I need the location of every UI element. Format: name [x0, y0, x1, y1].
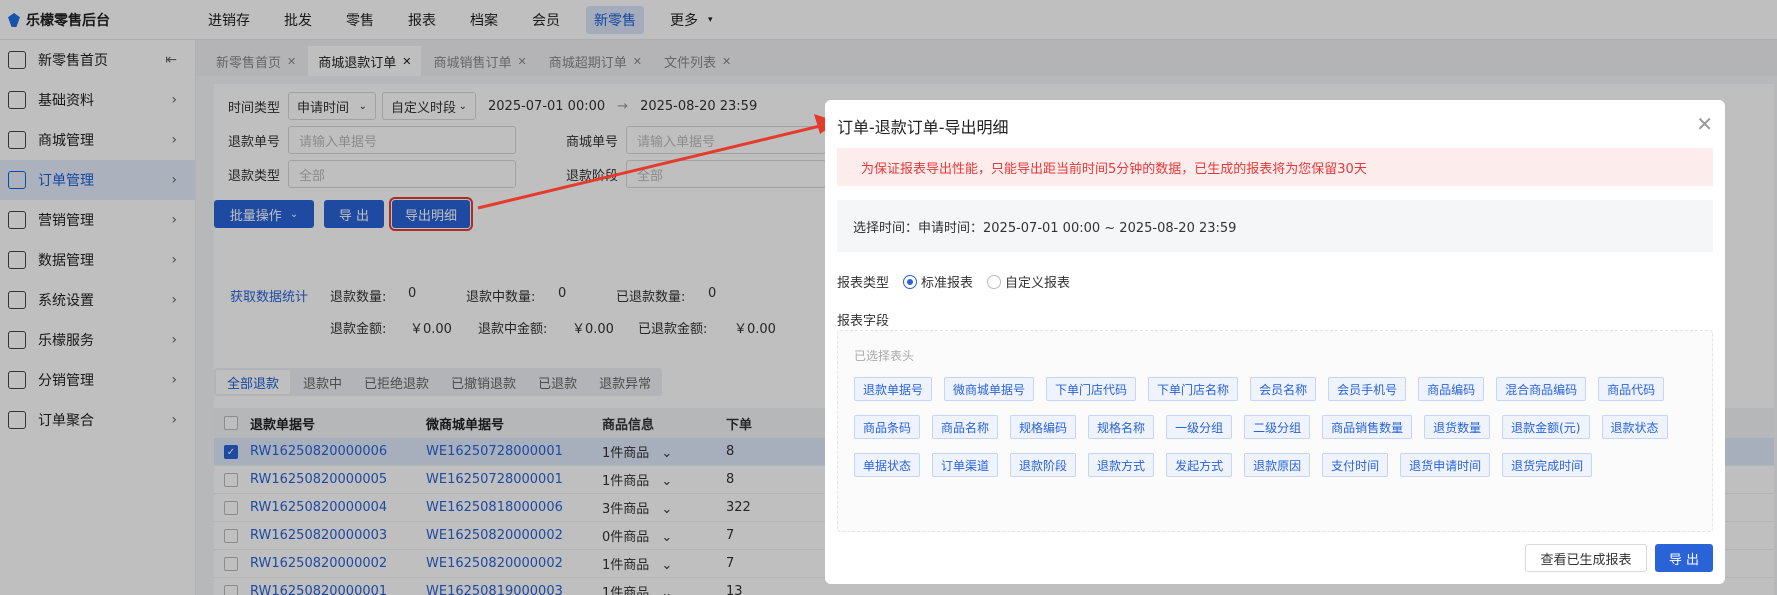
- report-type-label: 报表类型: [837, 276, 890, 291]
- selected-header-hint: 已选择表头: [854, 349, 915, 363]
- field-chips: 退款单据号 微商城单据号 下单门店代码 下单门店名称 会员名称 会员手机号 商品编码 混合商品…: [854, 377, 1704, 491]
- modal-title: 订单-退款订单-导出明细: [837, 118, 1009, 137]
- field-chip[interactable]: 商品编码: [1418, 377, 1485, 401]
- field-chip[interactable]: 退款金额(元): [1502, 415, 1590, 439]
- field-chip[interactable]: 退货数量: [1424, 415, 1491, 439]
- standard-report-label[interactable]: 标准报表: [921, 272, 973, 291]
- field-chip[interactable]: 商品名称: [932, 415, 999, 439]
- field-chip[interactable]: 退货完成时间: [1502, 453, 1593, 477]
- field-chip[interactable]: 退款单据号: [854, 377, 933, 401]
- modal-export-button[interactable]: 导 出: [1655, 544, 1713, 572]
- radio-standard-report[interactable]: [903, 274, 918, 289]
- field-chip[interactable]: 商品代码: [1598, 377, 1665, 401]
- fields-label: 报表字段: [837, 314, 890, 329]
- field-chip[interactable]: 订单渠道: [932, 453, 999, 477]
- field-chip[interactable]: 微商城单据号: [944, 377, 1035, 401]
- field-chip[interactable]: 退款阶段: [1010, 453, 1077, 477]
- field-chip[interactable]: 会员手机号: [1328, 377, 1407, 401]
- report-type-group: 报表类型 标准报表 自定义报表: [837, 272, 1070, 291]
- field-chip[interactable]: 退款方式: [1088, 453, 1155, 477]
- selected-fields-box: 已选择表头 退款单据号 微商城单据号 下单门店代码 下单门店名称 会员名称 会员手机号 商品…: [837, 330, 1713, 532]
- export-detail-modal: 订单-退款订单-导出明细 ✕ 为保证报表导出性能，只能导出距当前时间5分钟的数据…: [825, 100, 1725, 584]
- field-chip[interactable]: 商品销售数量: [1322, 415, 1413, 439]
- field-chip[interactable]: 发起方式: [1166, 453, 1233, 477]
- field-chip[interactable]: 下单门店代码: [1046, 377, 1137, 401]
- close-icon[interactable]: ✕: [1696, 112, 1713, 136]
- field-chip[interactable]: 规格名称: [1088, 415, 1155, 439]
- field-chip[interactable]: 会员名称: [1250, 377, 1317, 401]
- view-reports-button[interactable]: 查看已生成报表: [1525, 544, 1647, 572]
- field-chip[interactable]: 支付时间: [1322, 453, 1389, 477]
- custom-report-label[interactable]: 自定义报表: [1005, 272, 1070, 291]
- field-chip[interactable]: 二级分组: [1244, 415, 1311, 439]
- field-chip[interactable]: 一级分组: [1166, 415, 1233, 439]
- field-chip[interactable]: 退货申请时间: [1400, 453, 1491, 477]
- field-chip[interactable]: 单据状态: [854, 453, 921, 477]
- field-chip[interactable]: 商品条码: [854, 415, 921, 439]
- selected-time: 选择时间：申请时间：2025-07-01 00:00 ~ 2025-08-20 …: [837, 200, 1713, 252]
- field-chip[interactable]: 规格编码: [1010, 415, 1077, 439]
- field-chip[interactable]: 下单门店名称: [1148, 377, 1239, 401]
- radio-custom-report[interactable]: [987, 274, 1002, 289]
- field-chip[interactable]: 退款原因: [1244, 453, 1311, 477]
- field-chip[interactable]: 退款状态: [1601, 415, 1668, 439]
- export-warning: 为保证报表导出性能，只能导出距当前时间5分钟的数据，已生成的报表将为您保留30天: [837, 148, 1713, 186]
- field-chip[interactable]: 混合商品编码: [1496, 377, 1587, 401]
